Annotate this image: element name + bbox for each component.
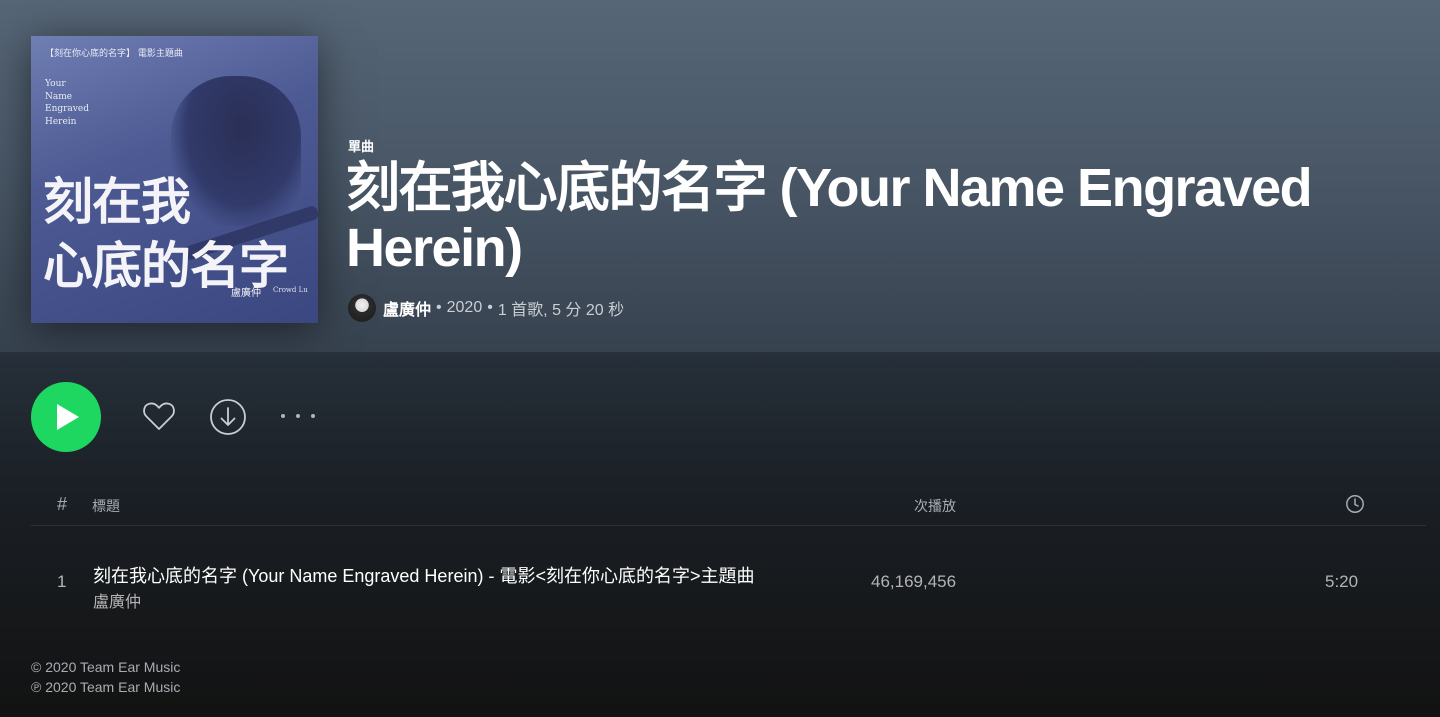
tracklist-header: # 標題 次播放 [31, 486, 1426, 526]
artist-avatar[interactable] [348, 294, 376, 322]
album-summary: 1 首歌, 5 分 20 秒 [497, 302, 625, 319]
like-button[interactable] [141, 398, 177, 434]
release-type-label: 單曲 [348, 139, 375, 154]
track-row[interactable]: 1 刻在我心底的名字 (Your Name Engraved Herein) -… [31, 552, 1426, 612]
cover-english-line: Your [45, 79, 66, 89]
phonogram-text: ℗ 2020 Team Ear Music [31, 679, 181, 695]
more-options-button[interactable] [281, 405, 315, 427]
album-meta: 盧廣仲 • 2020 • 1 首歌, 5 分 20 秒 [348, 293, 624, 323]
play-icon [57, 404, 79, 430]
album-header: 【刻在你心底的名字】 電影主題曲 Your Name Engraved Here… [0, 0, 1440, 352]
cover-english-title: Your Name Engraved Herein [45, 78, 105, 128]
cover-english-line: Herein [45, 116, 77, 127]
copyright-text: © 2020 Team Ear Music [31, 659, 181, 675]
release-year: 2020 [446, 299, 483, 316]
copyright-info: © 2020 Team Ear Music ℗ 2020 Team Ear Mu… [31, 657, 180, 697]
more-icon-dot [281, 414, 285, 418]
column-header-number: # [57, 494, 68, 514]
play-button[interactable] [31, 382, 101, 452]
track-play-count: 46,169,456 [871, 572, 957, 591]
track-title[interactable]: 刻在我心底的名字 (Your Name Engraved Herein) - 電… [93, 562, 803, 588]
heart-icon [143, 402, 175, 430]
meta-separator-dot: • [436, 299, 442, 316]
download-button[interactable] [209, 398, 247, 436]
cover-big-title-line1: 刻在我 [43, 172, 191, 231]
column-header-plays: 次播放 [914, 498, 956, 514]
track-number: 1 [57, 572, 67, 591]
cover-artist-text: 盧廣仲 [231, 288, 261, 299]
album-title: 刻在我心底的名字 (Your Name Engraved Herein) [346, 158, 1313, 278]
cover-english-line: Name [45, 91, 73, 102]
track-artist-link[interactable]: 盧廣仲 [93, 588, 141, 612]
clock-icon [1346, 495, 1364, 513]
download-icon [210, 399, 246, 435]
track-duration: 5:20 [1325, 572, 1359, 591]
meta-separator-dot: • [487, 299, 493, 316]
artist-link[interactable]: 盧廣仲 [383, 296, 431, 320]
more-icon-dot [296, 414, 300, 418]
cover-big-title: 刻在我 心底的名字 [43, 170, 289, 298]
cover-artist-english: Crowd Lu [273, 286, 308, 294]
column-header-title: 標題 [92, 498, 120, 514]
more-icon-dot [311, 414, 315, 418]
cover-top-text: 【刻在你心底的名字】 電影主題曲 [45, 49, 183, 59]
album-cover: 【刻在你心底的名字】 電影主題曲 Your Name Engraved Here… [31, 36, 318, 323]
cover-english-line: Engraved [45, 104, 89, 114]
